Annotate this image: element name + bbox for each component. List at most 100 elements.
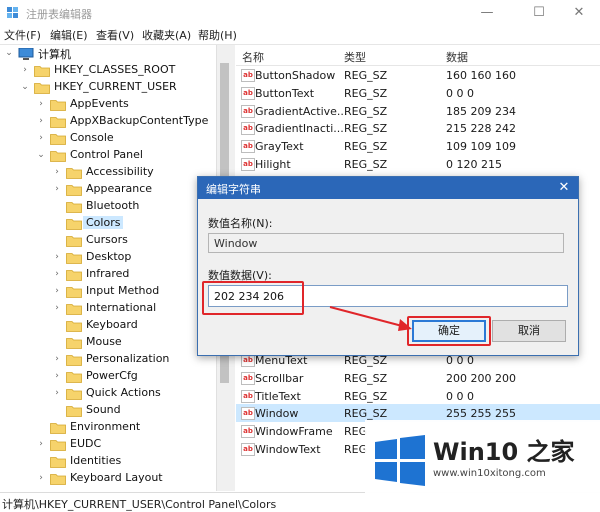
tree-item-label: Control Panel (70, 148, 143, 161)
edit-string-dialog: 编辑字符串 ✕ 数值名称(N): Window 数值数据(V): 202 234… (197, 176, 579, 356)
menu-help[interactable]: 帮助(H) (198, 27, 237, 43)
dialog-close-button[interactable]: ✕ (554, 179, 574, 197)
folder-icon (66, 321, 82, 332)
tree-item-label: Colors (83, 216, 124, 229)
chevron-right-icon[interactable]: › (52, 184, 62, 194)
chevron-right-icon[interactable]: › (52, 252, 62, 262)
value-name-label: 数值名称(N): (208, 217, 273, 230)
registry-tree[interactable]: ⌄ 计算机 › HKEY_CLASSES_ROOT ⌄ HKEY_CURRENT_USER… (0, 45, 215, 491)
tree-item[interactable]: Keyboard (0, 317, 215, 334)
menu-favorites[interactable]: 收藏夹(A) (142, 27, 191, 43)
list-row[interactable]: ab Scrollbar REG_SZ 200 200 200 (236, 369, 600, 387)
tree-item[interactable]: › HKEY_CLASSES_ROOT (0, 62, 215, 79)
tree-item[interactable]: ⌄ HKEY_CURRENT_USER (0, 79, 215, 96)
chevron-right-icon[interactable]: › (36, 439, 46, 449)
tree-item[interactable]: › International (0, 300, 215, 317)
folder-icon (66, 185, 82, 196)
menu-file[interactable]: 文件(F) (4, 27, 41, 43)
dialog-title-bar: 编辑字符串 ✕ (198, 177, 578, 199)
list-row[interactable]: ab ButtonText REG_SZ 0 0 0 (236, 84, 600, 102)
tree-item[interactable]: › Input Method (0, 283, 215, 300)
list-row[interactable]: ab GradientActive... REG_SZ 185 209 234 (236, 102, 600, 120)
tree-item[interactable]: Identities (0, 453, 215, 470)
value-type: REG_SZ (344, 371, 388, 385)
folder-icon (66, 219, 82, 230)
list-row[interactable]: ab ButtonShadow REG_SZ 160 160 160 (236, 66, 600, 84)
tree-item[interactable]: › Personalization (0, 351, 215, 368)
string-value-icon: ab (241, 425, 255, 439)
tree-item[interactable]: Colors (0, 215, 215, 232)
tree-item[interactable]: ⌄ 计算机 (0, 45, 215, 62)
folder-icon (50, 440, 66, 451)
chevron-right-icon[interactable]: › (36, 99, 46, 109)
tree-item[interactable]: Environment (0, 419, 215, 436)
tree-item-label: Desktop (86, 250, 132, 263)
value-data: 0 0 0 (446, 86, 474, 100)
tree-item[interactable]: › Desktop (0, 249, 215, 266)
expand-down-icon[interactable]: ⌄ (20, 82, 30, 92)
tree-item[interactable]: Cursors (0, 232, 215, 249)
tree-item[interactable]: › AppXBackupContentType (0, 113, 215, 130)
chevron-right-icon[interactable]: › (52, 303, 62, 313)
tree-item-label: Appearance (86, 182, 153, 195)
string-value-icon: ab (241, 371, 255, 385)
cancel-button[interactable]: 取消 (492, 320, 566, 342)
tree-item-label: International (86, 301, 157, 314)
column-name[interactable]: 名称 (242, 49, 264, 65)
tree-item-label: PowerCfg (86, 369, 138, 382)
expand-down-icon[interactable]: ⌄ (36, 150, 46, 160)
minimize-button[interactable]: — (464, 4, 510, 24)
list-row[interactable]: ab GrayText REG_SZ 109 109 109 (236, 137, 600, 155)
list-row[interactable]: ab Hilight REG_SZ 0 120 215 (236, 155, 600, 173)
list-row[interactable]: ab GradientInacti... REG_SZ 215 228 242 (236, 119, 600, 137)
menu-edit[interactable]: 编辑(E) (50, 27, 88, 43)
expand-down-icon[interactable]: ⌄ (4, 48, 14, 58)
tree-item[interactable]: Sound (0, 402, 215, 419)
tree-item[interactable]: › Accessibility (0, 164, 215, 181)
tree-item[interactable]: › EUDC (0, 436, 215, 453)
column-data[interactable]: 数据 (446, 49, 468, 65)
tree-item-label: Keyboard Layout (70, 471, 163, 484)
folder-icon (66, 287, 82, 298)
tree-item[interactable]: ⌄ Control Panel (0, 147, 215, 164)
tree-item[interactable]: › Quick Actions (0, 385, 215, 402)
tree-item[interactable]: › AppEvents (0, 96, 215, 113)
value-data: 255 255 255 (446, 407, 516, 421)
value-type: REG_SZ (344, 158, 388, 171)
tree-item-label: Cursors (86, 233, 128, 246)
annotation-arrow (329, 306, 412, 331)
chevron-right-icon[interactable]: › (52, 286, 62, 296)
column-type[interactable]: 类型 (344, 49, 366, 65)
chevron-right-icon[interactable]: › (52, 269, 62, 279)
folder-icon (50, 134, 66, 145)
value-name-field: Window (208, 233, 564, 253)
tree-item-label: Mouse (86, 335, 122, 348)
list-row[interactable]: ab TitleText REG_SZ 0 0 0 (236, 387, 600, 405)
chevron-right-icon[interactable]: › (20, 65, 30, 75)
chevron-right-icon[interactable]: › (36, 133, 46, 143)
chevron-right-icon[interactable]: › (36, 473, 46, 483)
value-type: REG_SZ (344, 407, 388, 421)
value-data: 200 200 200 (446, 371, 516, 385)
annotation-highlight-box (202, 281, 304, 315)
chevron-right-icon[interactable]: › (36, 116, 46, 126)
chevron-right-icon[interactable]: › (52, 371, 62, 381)
tree-item[interactable]: › Appearance (0, 181, 215, 198)
tree-item[interactable]: › Keyboard Layout (0, 470, 215, 487)
tree-item[interactable]: › PowerCfg (0, 368, 215, 385)
registry-editor-icon (7, 7, 18, 18)
value-name: GradientInacti... (255, 122, 344, 136)
menu-view[interactable]: 查看(V) (96, 27, 134, 43)
value-type: REG_SZ (344, 140, 388, 154)
chevron-right-icon[interactable]: › (52, 167, 62, 177)
tree-item[interactable]: Mouse (0, 334, 215, 351)
tree-item[interactable]: Bluetooth (0, 198, 215, 215)
ok-button[interactable]: 确定 (412, 320, 486, 342)
string-value-icon: ab (241, 158, 255, 171)
folder-icon (50, 117, 66, 128)
tree-item[interactable]: › Console (0, 130, 215, 147)
chevron-right-icon[interactable]: › (52, 354, 62, 364)
tree-item[interactable]: › Infrared (0, 266, 215, 283)
close-button[interactable]: ✕ (556, 4, 600, 24)
chevron-right-icon[interactable]: › (52, 388, 62, 398)
